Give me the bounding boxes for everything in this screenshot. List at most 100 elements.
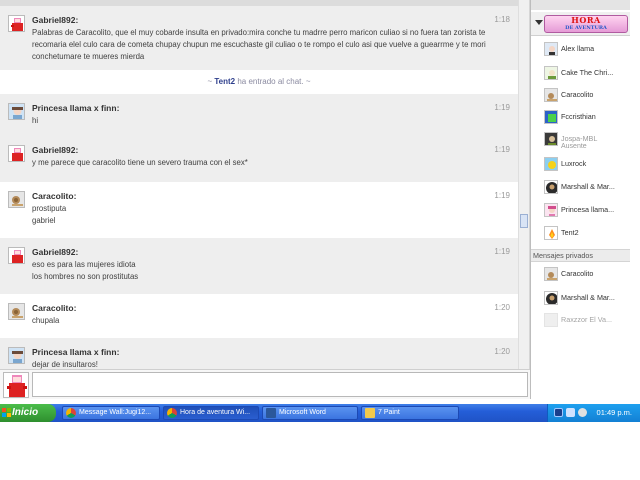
user-list-item[interactable]: Cake The Chri... xyxy=(531,64,630,86)
chat-log[interactable]: Gabriel892: 1:18 Palabras de Caracolito,… xyxy=(0,0,530,369)
message-time: 1:20 xyxy=(494,347,510,356)
message-text: prostiputa gabriel xyxy=(32,203,502,227)
user-name: Marshall & Mar... xyxy=(561,293,615,302)
taskbar-button-label: Hora de aventura Wi... xyxy=(180,409,251,416)
room-logo-title: HORA xyxy=(571,15,601,25)
dark-circle-avatar-icon xyxy=(544,180,558,194)
message-text: Palabras de Caracolito, que el muy cobar… xyxy=(32,28,486,61)
word-icon xyxy=(266,408,276,418)
taskbar-button-message-wall[interactable]: Message Wall:Jugi12... xyxy=(62,406,160,420)
chat-message: Gabriel892: 1:19 eso es para las mujeres… xyxy=(0,238,518,294)
chat-message: Gabriel892: 1:19 y me parece que caracol… xyxy=(0,136,518,182)
windows-logo-icon xyxy=(2,408,11,417)
pink-girl-avatar-icon xyxy=(544,203,558,217)
dark-avatar-icon xyxy=(544,132,558,146)
message-username[interactable]: Gabriel892: xyxy=(32,145,78,155)
user-list-item[interactable]: Luxrock xyxy=(531,155,630,177)
message-text: chupala xyxy=(32,316,60,325)
cake-avatar-icon xyxy=(544,66,558,80)
system-tray: 01:49 p.m. xyxy=(547,404,640,422)
private-message-item[interactable]: Raxzzor El Va... xyxy=(531,311,630,333)
chat-message: Caracolito: 1:19 prostiputa gabriel xyxy=(0,182,518,238)
user-list-item[interactable]: Alex llama xyxy=(531,40,630,62)
user-name: Cake The Chri... xyxy=(561,68,614,77)
snail-avatar-icon xyxy=(544,267,558,281)
message-line: los hombres no son prostitutas xyxy=(32,272,139,281)
yellow-avatar-icon xyxy=(544,157,558,171)
taskbar-button-paint[interactable]: 7 Paint xyxy=(361,406,459,420)
message-username[interactable]: Princesa llama x finn: xyxy=(32,103,119,113)
room-logo: HORA DE AVENTURA xyxy=(544,15,628,33)
message-time: 1:19 xyxy=(494,145,510,154)
volume-icon[interactable] xyxy=(566,408,575,417)
red-knight-avatar-icon[interactable] xyxy=(8,15,25,32)
message-time: 1:19 xyxy=(494,191,510,200)
user-name: Caracolito xyxy=(561,269,594,278)
snail-avatar-icon xyxy=(544,88,558,102)
taskbar-button-hora-de-aventura[interactable]: Hora de aventura Wi... xyxy=(163,406,259,420)
user-name: Fccristhian xyxy=(561,112,596,121)
message-text: dejar de insultaros! xyxy=(32,360,98,369)
blank-avatar-icon xyxy=(544,313,558,327)
chat-message: Caracolito: 1:20 chupala xyxy=(0,294,518,338)
user-name: Caracolito xyxy=(561,90,594,99)
message-username[interactable]: Princesa llama x finn: xyxy=(32,347,119,357)
start-button[interactable]: Inicio xyxy=(0,404,56,422)
user-name: Raxzzor El Va... xyxy=(561,315,612,324)
chevron-down-icon[interactable] xyxy=(535,20,543,25)
user-name: Marshall & Mar... xyxy=(561,182,615,191)
message-line: prostiputa xyxy=(32,204,67,213)
dark-circle-avatar-icon xyxy=(544,291,558,305)
snail-avatar-icon[interactable] xyxy=(8,303,25,320)
user-name: Tent2 xyxy=(561,228,579,237)
user-list-item[interactable]: Marshall & Mar... xyxy=(531,178,630,200)
user-list-item[interactable]: Fccristhian xyxy=(531,108,630,130)
user-status-away: Ausente xyxy=(561,143,587,150)
start-label: Inicio xyxy=(12,407,39,418)
clock[interactable]: 01:49 p.m. xyxy=(597,404,632,422)
snail-avatar-icon[interactable] xyxy=(8,191,25,208)
user-list-item[interactable]: Caracolito xyxy=(531,86,630,108)
llama-girl-avatar-icon[interactable] xyxy=(8,103,25,120)
user-list-item[interactable]: Princesa llama... xyxy=(531,201,630,223)
user-name: Princesa llama... xyxy=(561,205,615,214)
user-name: Jospa-MBL xyxy=(561,134,598,143)
message-line: eso es para las mujeres idiota xyxy=(32,260,136,269)
message-username[interactable]: Caracolito: xyxy=(32,191,76,201)
room-header[interactable]: HORA DE AVENTURA xyxy=(531,12,630,36)
message-text: hi xyxy=(32,116,39,125)
taskbar-button-word[interactable]: Microsoft Word xyxy=(262,406,358,420)
message-time: 1:20 xyxy=(494,303,510,312)
message-time: 1:18 xyxy=(494,15,510,24)
private-message-item[interactable]: Marshall & Mar... xyxy=(531,289,630,311)
user-list-item-away[interactable]: Jospa-MBL Ausente xyxy=(531,130,630,152)
red-knight-avatar-icon[interactable] xyxy=(8,145,25,162)
taskbar-button-label: 7 Paint xyxy=(378,409,400,416)
paint-icon xyxy=(365,408,375,418)
user-list-panel: HORA DE AVENTURA Alex llama Cake The Chr… xyxy=(530,0,630,399)
chat-message: Gabriel892: 1:18 Palabras de Caracolito,… xyxy=(0,6,518,70)
user-list-item[interactable]: Tent2 xyxy=(531,224,630,246)
red-knight-avatar-icon[interactable] xyxy=(8,247,25,264)
message-username[interactable]: Gabriel892: xyxy=(32,247,78,257)
message-username[interactable]: Gabriel892: xyxy=(32,15,78,25)
private-messages-header: Mensajes privados xyxy=(531,249,630,262)
security-icon[interactable] xyxy=(578,408,587,417)
windows-taskbar: Inicio Message Wall:Jugi12... Hora de av… xyxy=(0,404,640,422)
llama-girl-avatar-icon xyxy=(544,42,558,56)
taskbar-button-label: Message Wall:Jugi12... xyxy=(79,409,152,416)
panel-top-strip xyxy=(531,0,630,10)
message-time: 1:19 xyxy=(494,247,510,256)
llama-girl-avatar-icon[interactable] xyxy=(8,347,25,364)
join-notice-text: ha entrado al chat. ~ xyxy=(235,77,311,86)
private-message-item[interactable]: Caracolito xyxy=(531,265,630,287)
message-text: eso es para las mujeres idiota los hombr… xyxy=(32,259,502,283)
chat-message-input[interactable] xyxy=(32,372,528,397)
chat-scrollbar[interactable] xyxy=(518,0,529,369)
network-icon[interactable] xyxy=(554,408,563,417)
taskbar-button-label: Microsoft Word xyxy=(279,409,326,416)
message-username[interactable]: Caracolito: xyxy=(32,303,76,313)
room-logo-subtitle: DE AVENTURA xyxy=(565,25,607,31)
join-notice-user[interactable]: Tent2 xyxy=(214,77,235,86)
scrollbar-thumb[interactable] xyxy=(520,214,528,228)
